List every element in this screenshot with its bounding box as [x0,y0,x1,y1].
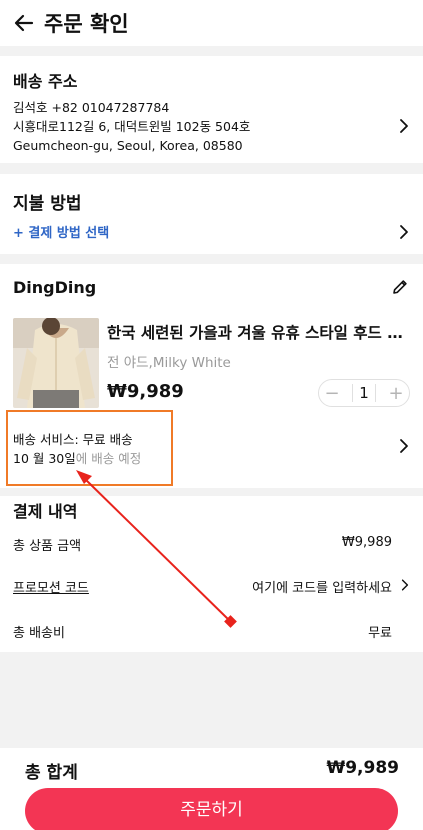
total-label: 총 합계 [25,763,78,783]
store-name: DingDing [13,278,97,297]
address-details[interactable]: 김석호 +82 01047287784 시흥대로112길 6, 대덕트윈빌 10… [13,98,250,155]
chevron-right-icon[interactable] [399,118,409,134]
recipient-name-phone: 김석호 +82 01047287784 [13,100,170,115]
chevron-right-icon[interactable] [399,224,409,240]
address-section-title: 배송 주소 [13,72,78,91]
increase-quantity-button[interactable]: + [383,383,409,404]
promo-code-label: 프로모션 코드 [13,581,89,596]
place-order-button[interactable]: 주문하기 [25,788,398,830]
address-line-2: Geumcheon-gu, Seoul, Korea, 08580 [13,138,243,153]
subtotal-label: 총 상품 금액 [13,539,82,554]
product-price: ₩9,989 [107,381,184,402]
chevron-right-icon[interactable] [401,578,409,592]
quantity-value: 1 [359,384,369,402]
total-value: ₩9,989 [326,758,399,778]
chevron-right-icon[interactable] [399,438,409,454]
annotation-highlight-box [6,410,173,486]
decrease-quantity-button[interactable]: − [319,383,345,404]
app-header: 주문 확인 [0,0,423,46]
select-payment-method-link[interactable]: + 결제 방법 선택 [13,222,109,241]
payment-card[interactable] [0,174,423,254]
shipping-fee-label: 총 배송비 [13,626,65,641]
section-divider [0,488,423,496]
quantity-stepper: − 1 + [318,379,410,407]
subtotal-value: ₩9,989 [341,535,392,550]
shipping-fee-value: 무료 [368,626,392,641]
payment-summary-title: 결제 내역 [13,502,78,521]
payment-section-title: 지불 방법 [13,194,82,214]
stepper-divider [375,384,377,402]
product-name[interactable]: 한국 세련된 가을과 겨울 유휴 스타일 후드 크… [107,321,407,343]
promo-code-input[interactable]: 여기에 코드를 입력하세요 [252,577,392,596]
address-line-1: 시흥대로112길 6, 대덕트윈빌 102동 504호 [13,119,251,134]
stepper-divider [351,384,353,402]
arrow-left-icon[interactable] [12,11,36,35]
pencil-edit-icon[interactable] [391,278,409,296]
page-title: 주문 확인 [44,12,129,36]
product-variant: 전 야드,Milky White [107,355,231,371]
product-image[interactable] [13,318,99,408]
